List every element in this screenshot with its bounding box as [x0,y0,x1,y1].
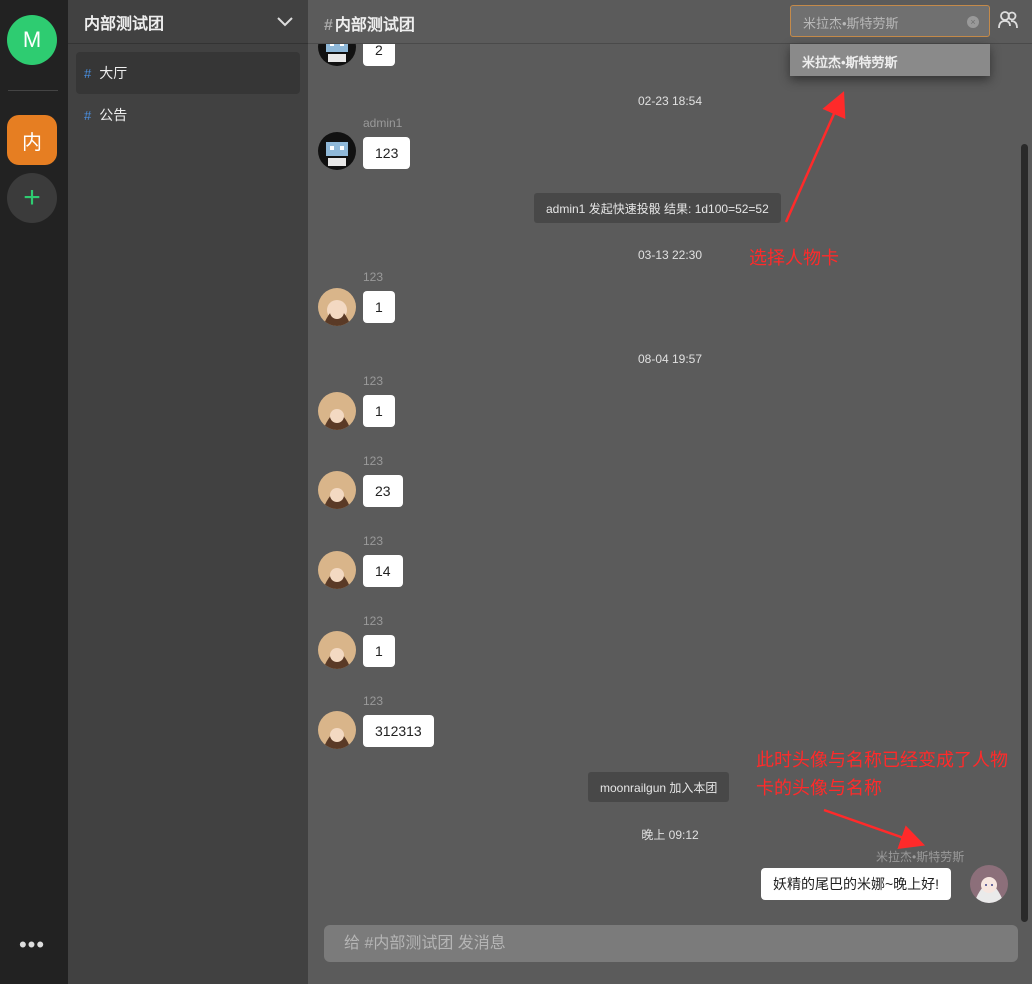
avatar[interactable] [318,392,356,430]
hash-icon: # [84,65,92,81]
user-avatar[interactable]: M [7,15,57,65]
chat-panel: 2 02-23 18:54 admin1 123 admin1 发起快速投骰 结… [308,0,1032,984]
scrollbar-thumb[interactable] [1021,144,1028,922]
channel-sidebar: 内部测试团 # 大厅 # 公告 [68,0,308,984]
channel-label: 大厅 [99,65,128,81]
avatar[interactable] [318,288,356,326]
group-header[interactable]: 内部测试团 [68,0,308,44]
message-sender: 123 [363,270,384,284]
message-timestamp: 02-23 18:54 [637,94,703,108]
group-button[interactable]: 内 [7,115,57,165]
message-composer[interactable] [324,925,1018,962]
rail-divider [8,90,58,91]
annotation-select-card: 选择人物卡 [749,248,839,268]
channel-title: # 内部测试团 [324,17,415,34]
message-sender: admin1 [363,116,403,130]
message-bubble: 312313 [363,715,434,747]
scrollbar[interactable] [1021,44,1028,922]
message-bubble: 23 [363,475,403,507]
role-card-option[interactable]: 米拉杰•斯特劳斯 [802,52,898,71]
channel-item-announcement[interactable]: # 公告 [76,94,300,136]
clear-icon[interactable]: × [967,16,979,28]
avatar[interactable] [318,711,356,749]
message-input[interactable] [324,925,1018,962]
message-bubble: 123 [363,137,411,169]
hash-icon: # [324,17,333,34]
message-sender: 123 [363,614,384,628]
message-bubble: 1 [363,291,395,323]
role-card-avatar[interactable] [970,865,1008,903]
more-icon[interactable]: ••• [14,930,50,960]
message-sender: 123 [363,454,384,468]
group-title: 内部测试团 [84,15,165,33]
message-bubble: 1 [363,395,395,427]
system-message: admin1 发起快速投骰 结果: 1d100=52=52 [534,193,781,223]
chat-header: # 内部测试团 米拉杰•斯特劳斯 × [308,0,1032,44]
message-sender: 123 [363,374,384,388]
chevron-down-icon[interactable] [276,13,294,31]
avatar[interactable] [318,631,356,669]
avatar[interactable] [318,132,356,170]
hash-icon: # [84,107,92,123]
role-card-dropdown: 米拉杰•斯特劳斯 [790,44,990,76]
message-bubble: 1 [363,635,395,667]
message-bubble-self: 妖精的尾巴的米娜~晚上好! [761,868,952,900]
message-sender-self: 米拉杰•斯特劳斯 [876,850,965,864]
annotation-avatar-changed-1: 此时头像与名称已经变成了人物 [756,750,1008,770]
message-timestamp: 03-13 22:30 [637,248,703,262]
message-sender: 123 [363,534,384,548]
channel-item-lobby[interactable]: # 大厅 [76,52,300,94]
system-message: moonrailgun 加入本团 [588,772,730,802]
message-timestamp: 08-04 19:57 [637,352,703,366]
server-rail: M 内 + ••• [0,0,68,984]
channel-label: 公告 [99,107,128,123]
message-sender: 123 [363,694,384,708]
role-card-value: 米拉杰•斯特劳斯 [803,16,899,31]
message-bubble: 14 [363,555,403,587]
annotation-avatar-changed-2: 卡的头像与名称 [756,778,882,798]
role-card-icon[interactable] [998,10,1018,30]
role-card-select[interactable]: 米拉杰•斯特劳斯 × [790,5,990,37]
avatar[interactable] [318,551,356,589]
message-timestamp: 晚上 09:12 [641,828,699,842]
avatar[interactable] [318,471,356,509]
add-group-button[interactable]: + [7,173,57,223]
